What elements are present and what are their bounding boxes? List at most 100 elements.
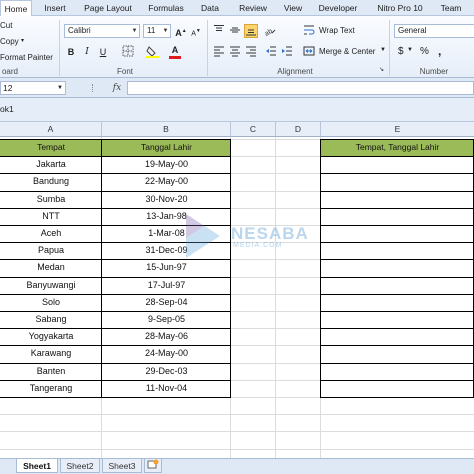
cell-border — [321, 208, 474, 209]
table-cell-tempat[interactable]: Banten — [0, 364, 102, 378]
cut-button[interactable]: Cut — [0, 21, 12, 30]
column-header-e[interactable]: E — [321, 122, 474, 137]
gridline — [0, 414, 474, 416]
table-cell-tempat[interactable]: Bandung — [0, 174, 102, 188]
name-box[interactable]: 12 ▼ — [0, 81, 66, 95]
tab-home[interactable]: Home — [0, 0, 32, 17]
underline-icon[interactable]: U — [96, 45, 110, 59]
cell-border — [321, 139, 474, 140]
chevron-down-icon[interactable]: ▼ — [130, 25, 139, 37]
dialog-launcher-icon[interactable]: ↘ — [377, 66, 386, 75]
cell-border — [0, 173, 231, 174]
table-cell-tanggal-lahir[interactable]: 17-Jul-97 — [102, 278, 231, 292]
font-size-combo[interactable]: 11 ▼ — [143, 24, 171, 38]
comma-style-icon[interactable]: , — [438, 44, 441, 58]
table-cell-tempat[interactable]: Sumba — [0, 192, 102, 206]
table-cell-tempat[interactable]: Sabang — [0, 312, 102, 326]
grow-font-icon[interactable]: A▲ — [174, 24, 188, 38]
cell-border — [0, 397, 231, 398]
decrease-indent-icon[interactable] — [264, 45, 278, 59]
align-left-icon[interactable] — [212, 45, 226, 59]
align-top-icon[interactable] — [212, 24, 226, 38]
orientation-icon[interactable]: ab — [262, 24, 276, 38]
tab-view[interactable]: View — [280, 0, 306, 16]
column-header-c[interactable]: C — [231, 122, 276, 137]
table-cell-tempat[interactable]: Karawang — [0, 346, 102, 360]
table-cell-tanggal-lahir[interactable]: 30-Nov-20 — [102, 192, 231, 206]
table-cell-tanggal-lahir[interactable]: 28-Sep-04 — [102, 295, 231, 309]
table-cell-tempat[interactable]: Jakarta — [0, 157, 102, 171]
column-header-a[interactable]: A — [0, 122, 102, 137]
table-cell-tanggal-lahir[interactable]: 11-Nov-04 — [102, 381, 231, 395]
italic-icon[interactable]: I — [80, 45, 94, 59]
font-color-icon[interactable]: A — [168, 45, 182, 59]
currency-icon[interactable]: $ — [398, 46, 404, 57]
align-bottom-icon[interactable] — [244, 24, 258, 38]
resize-handle[interactable] — [92, 84, 94, 92]
align-right-icon[interactable] — [244, 45, 258, 59]
formula-input[interactable] — [127, 81, 474, 95]
increase-indent-icon[interactable] — [280, 45, 294, 59]
fill-color-icon[interactable] — [145, 45, 159, 59]
cell-border — [0, 328, 231, 329]
table-cell-tempat[interactable]: Solo — [0, 295, 102, 309]
font-name-combo[interactable]: Calibri ▼ — [64, 24, 140, 38]
sheet-tab-sheet2[interactable]: Sheet2 — [60, 459, 100, 473]
tab-review[interactable]: Review — [234, 0, 272, 16]
table-cell-tempat[interactable]: Banyuwangi — [0, 278, 102, 292]
table-cell-tempat[interactable]: Aceh — [0, 226, 102, 240]
column-header-b[interactable]: B — [102, 122, 231, 137]
table-cell-tanggal-lahir[interactable]: 28-May-06 — [102, 329, 231, 343]
wrap-text-icon[interactable] — [302, 24, 316, 38]
table-cell-tempat[interactable]: Medan — [0, 260, 102, 274]
cell-border — [321, 225, 474, 226]
target-header-cell[interactable]: Tempat, Tanggal Lahir — [321, 140, 474, 157]
table-header-tanggal-lahir[interactable]: Tanggal Lahir — [102, 140, 231, 157]
wrap-text-button[interactable]: Wrap Text — [319, 26, 355, 35]
merge-center-button[interactable]: Merge & Center — [319, 47, 375, 56]
table-cell-tempat[interactable]: Tangerang — [0, 381, 102, 395]
borders-icon[interactable] — [121, 45, 135, 59]
table-cell-tanggal-lahir[interactable]: 24-May-00 — [102, 346, 231, 360]
cell-border — [0, 345, 231, 346]
shrink-font-icon[interactable]: A▼ — [189, 24, 203, 38]
tab-formulas[interactable]: Formulas — [144, 0, 188, 16]
chevron-down-icon[interactable]: ▼ — [380, 47, 386, 53]
sheet-tab-sheet1[interactable]: Sheet1 — [16, 459, 58, 473]
copy-dropdown-icon[interactable]: ▾ — [21, 37, 24, 44]
tab-developer[interactable]: Developer — [314, 0, 362, 16]
table-header-tempat[interactable]: Tempat — [0, 140, 102, 157]
chevron-down-icon[interactable]: ▼ — [161, 25, 170, 37]
gridline — [275, 137, 276, 458]
insert-function-icon[interactable]: fx — [110, 81, 124, 95]
copy-button[interactable]: Copy — [0, 37, 19, 46]
chevron-down-icon[interactable]: ▼ — [407, 47, 413, 53]
table-cell-tempat[interactable]: Papua — [0, 243, 102, 257]
number-format-combo[interactable]: General — [394, 24, 474, 38]
table-cell-tanggal-lahir[interactable]: 9-Sep-05 — [102, 312, 231, 326]
ribbon: Cut Copy ▾ Format Painter oard Calibri ▼… — [0, 16, 474, 78]
align-middle-icon[interactable] — [228, 24, 242, 38]
tab-insert[interactable]: Insert — [40, 0, 70, 16]
table-cell-tempat[interactable]: Yogyakarta — [0, 329, 102, 343]
table-cell-tanggal-lahir[interactable]: 22-May-00 — [102, 174, 231, 188]
align-center-icon[interactable] — [228, 45, 242, 59]
percent-icon[interactable]: % — [420, 46, 429, 57]
insert-sheet-icon[interactable] — [144, 459, 162, 473]
tab-page-layout[interactable]: Page Layout — [80, 0, 136, 16]
sheet-tab-sheet3[interactable]: Sheet3 — [102, 459, 142, 473]
column-header-d[interactable]: D — [276, 122, 321, 137]
tab-data[interactable]: Data — [196, 0, 224, 16]
gridline — [0, 431, 474, 433]
worksheet-grid[interactable]: A B C D E Tempat Tanggal Lahir Tempat, Tan… — [0, 122, 474, 467]
format-painter-button[interactable]: Format Painter — [0, 53, 53, 62]
chevron-down-icon[interactable]: ▼ — [57, 82, 63, 94]
cell-border — [321, 328, 474, 329]
merge-center-icon[interactable] — [302, 45, 316, 59]
table-cell-tempat[interactable]: NTT — [0, 209, 102, 223]
bold-icon[interactable]: B — [64, 45, 78, 59]
table-cell-tanggal-lahir[interactable]: 19-May-00 — [102, 157, 231, 171]
table-cell-tanggal-lahir[interactable]: 29-Dec-03 — [102, 364, 231, 378]
tab-nitro-pro[interactable]: Nitro Pro 10 — [372, 0, 428, 16]
tab-team[interactable]: Team — [436, 0, 466, 16]
